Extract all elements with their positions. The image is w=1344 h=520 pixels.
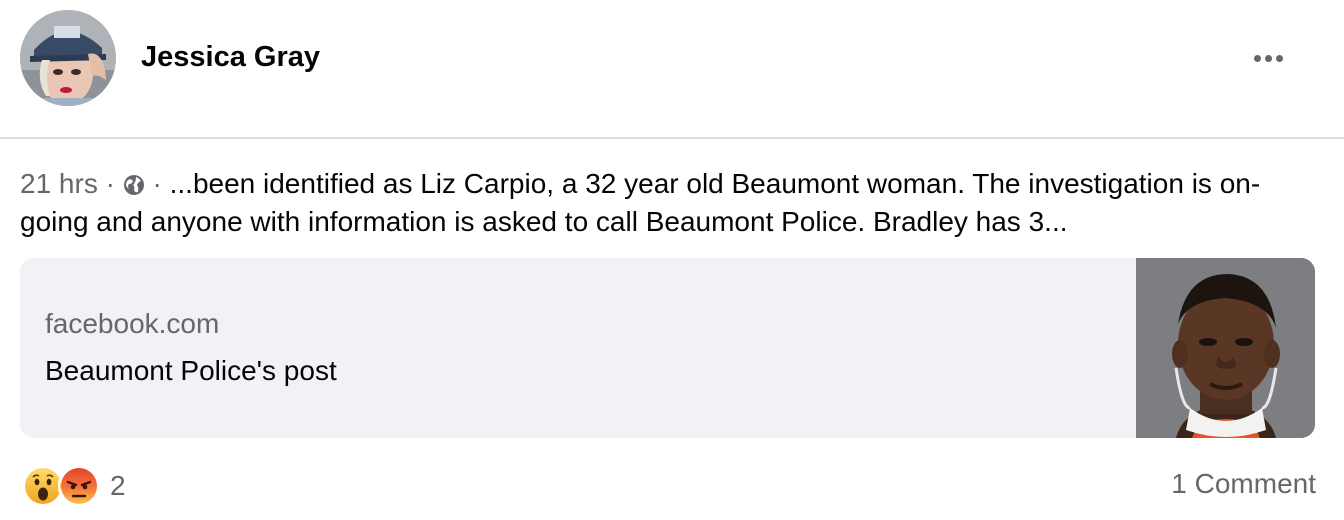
globe-icon: [123, 175, 144, 195]
avatar-image: [20, 10, 116, 106]
meta-separator: ·: [152, 168, 162, 199]
link-thumbnail: [1136, 258, 1315, 438]
reactions-summary[interactable]: 2: [22, 465, 126, 507]
post-body: 21 hrs · · ...been identified as Liz Car…: [20, 165, 1320, 241]
meta-separator: ·: [105, 168, 115, 199]
comments-count-link[interactable]: 1 Comment: [1171, 468, 1316, 500]
post-timestamp[interactable]: 21 hrs: [20, 168, 98, 199]
reaction-count: 2: [110, 470, 126, 501]
more-dot-icon: [1253, 54, 1261, 62]
more-dot-icon: [1264, 54, 1272, 62]
link-preview-card[interactable]: facebook.com Beaumont Police's post: [20, 258, 1315, 438]
author-name[interactable]: Jessica Gray: [141, 41, 320, 74]
post-header: Jessica Gray: [0, 0, 1344, 138]
angry-reaction-icon: [58, 465, 100, 507]
link-title: Beaumont Police's post: [45, 355, 337, 386]
header-divider: [0, 137, 1344, 139]
avatar[interactable]: [20, 10, 116, 106]
post-text: ...been identified as Liz Carpio, a 32 y…: [20, 168, 1261, 237]
more-options-button[interactable]: [1250, 44, 1286, 72]
link-domain: facebook.com: [45, 308, 220, 339]
thumbnail-photo: [1136, 258, 1315, 438]
more-dot-icon: [1275, 54, 1283, 62]
